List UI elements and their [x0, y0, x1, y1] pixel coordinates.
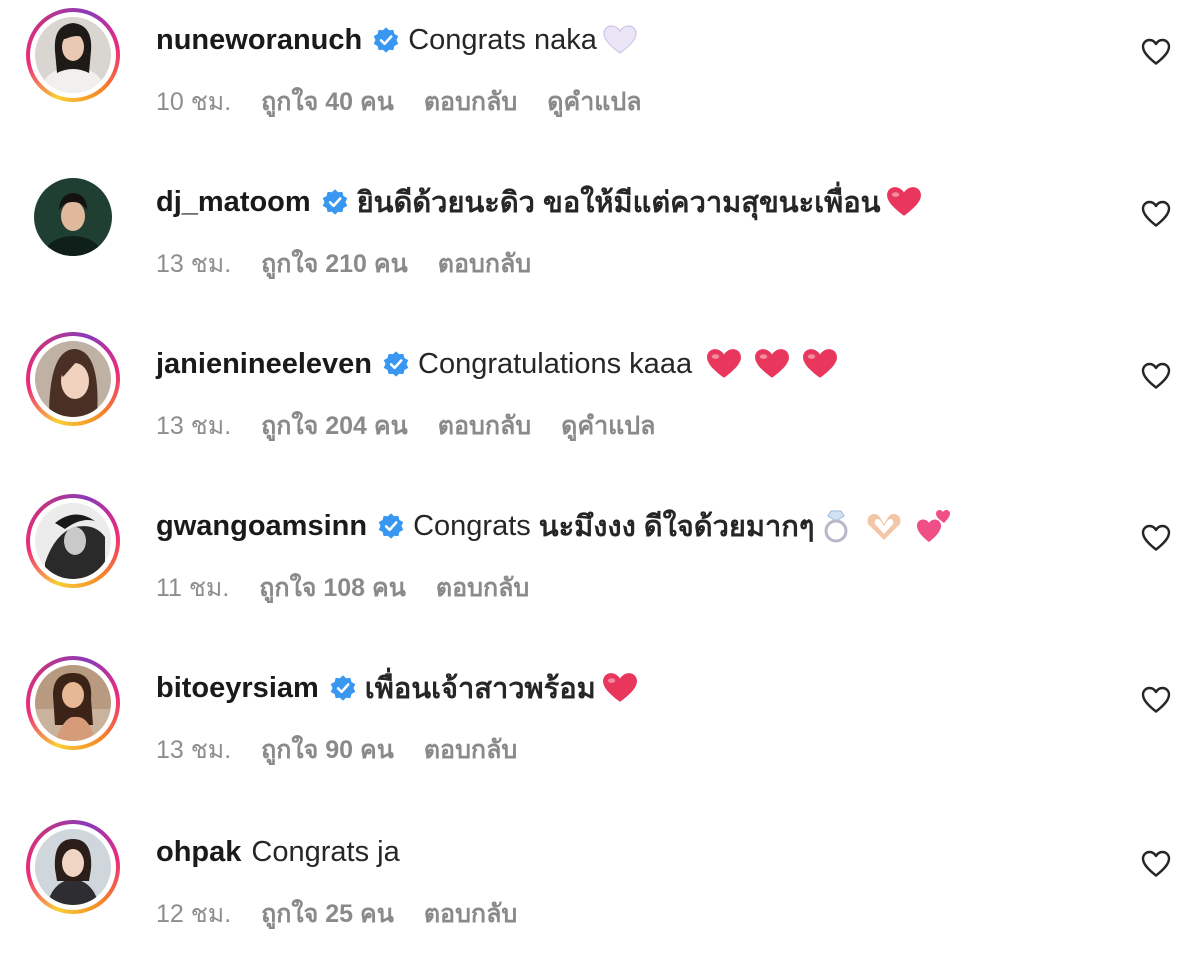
verified-badge-icon: [330, 675, 356, 701]
comment-username[interactable]: gwangoamsinn: [156, 510, 367, 543]
comment-likes-link[interactable]: ถูกใจ 40 คน: [261, 82, 394, 122]
verified-badge-icon: [383, 351, 409, 377]
comment-item: dj_matoom ยินดีด้วยนะดิว ขอให้มีแต่ความส…: [0, 162, 1200, 282]
avatar[interactable]: [35, 341, 111, 417]
comment-likes-link[interactable]: ถูกใจ 204 คน: [261, 406, 408, 446]
avatar[interactable]: [35, 829, 111, 905]
like-heart-icon[interactable]: [1140, 360, 1172, 392]
verified-badge-icon: [373, 27, 399, 53]
avatar-ring[interactable]: [26, 170, 120, 264]
reply-button[interactable]: ตอบกลับ: [438, 406, 531, 446]
avatar-story-ring[interactable]: [26, 656, 120, 750]
reply-button[interactable]: ตอบกลับ: [438, 244, 531, 284]
red-heart-icon: [803, 349, 838, 378]
like-heart-icon[interactable]: [1140, 848, 1172, 880]
verified-badge-icon: [378, 513, 404, 539]
avatar-story-ring[interactable]: [26, 8, 120, 102]
comment-item: janienineeleven Congratulations kaaa 13 …: [0, 324, 1200, 444]
like-heart-icon[interactable]: [1140, 522, 1172, 554]
avatar[interactable]: [35, 503, 111, 579]
comment-item: gwangoamsinn Congrats นะมึงงง ดีใจด้วยมา…: [0, 486, 1200, 606]
reply-button[interactable]: ตอบกลับ: [424, 894, 517, 934]
see-translation-button[interactable]: ดูคำแปล: [561, 406, 655, 446]
comment-text: เพื่อนเจ้าสาวพร้อม: [364, 673, 596, 705]
red-heart-icon: [755, 349, 790, 378]
red-heart-icon: [602, 673, 637, 702]
avatar[interactable]: [35, 665, 111, 741]
comment-item: ohpak Congrats ja 12 ชม. ถูกใจ 25 คน ตอบ…: [0, 812, 1200, 932]
verified-badge-icon: [322, 189, 347, 215]
red-heart-icon: [887, 187, 922, 216]
comment-username[interactable]: ohpak: [156, 836, 241, 869]
comment-username[interactable]: bitoeyrsiam: [156, 672, 319, 705]
reply-button[interactable]: ตอบกลับ: [424, 82, 517, 122]
comment-text: Congratulations kaaa: [418, 347, 693, 380]
avatar[interactable]: [34, 178, 112, 256]
comment-text: ยินดีด้วยนะดิว ขอให้มีแต่ความสุขนะเพื่อน: [356, 187, 881, 219]
comment-text-thai: นะมึงงง ดีใจด้วยมากๆ: [538, 511, 815, 543]
comment-timestamp: 10 ชม.: [156, 88, 232, 116]
comment-timestamp: 13 ชม.: [156, 412, 232, 440]
comment-text: Congrats: [413, 509, 531, 542]
comment-likes-link[interactable]: ถูกใจ 25 คน: [261, 894, 394, 934]
comment-likes-link[interactable]: ถูกใจ 210 คน: [261, 244, 408, 284]
comment-timestamp: 13 ชม.: [156, 736, 232, 764]
comment-username[interactable]: dj_matoom: [156, 186, 311, 219]
comment-timestamp: 12 ชม.: [156, 900, 232, 928]
ring-icon: [824, 510, 848, 543]
see-translation-button[interactable]: ดูคำแปล: [547, 82, 641, 122]
comment-text: Congrats ja: [251, 835, 400, 868]
comment-likes-link[interactable]: ถูกใจ 108 คน: [259, 568, 406, 608]
avatar[interactable]: [35, 17, 111, 93]
like-heart-icon[interactable]: [1140, 684, 1172, 716]
avatar-story-ring[interactable]: [26, 820, 120, 914]
comment-item: nuneworanuch Congrats naka 10 ชม. ถูกใจ …: [0, 0, 1200, 120]
comment-item: bitoeyrsiam เพื่อนเจ้าสาวพร้อม 13 ชม. ถู…: [0, 648, 1200, 768]
comment-timestamp: 13 ชม.: [156, 250, 232, 278]
comment-timestamp: 11 ชม.: [156, 574, 230, 602]
reply-button[interactable]: ตอบกลับ: [424, 730, 517, 770]
avatar-story-ring[interactable]: [26, 494, 120, 588]
heart-hands-icon: [867, 513, 901, 540]
two-hearts-icon: [917, 510, 951, 542]
red-heart-icon: [707, 349, 742, 378]
white-heart-icon: [603, 25, 637, 54]
comment-text: Congrats naka: [408, 23, 597, 56]
comment-likes-link[interactable]: ถูกใจ 90 คน: [261, 730, 394, 770]
like-heart-icon[interactable]: [1140, 36, 1172, 68]
comment-username[interactable]: nuneworanuch: [156, 24, 362, 57]
comment-username[interactable]: janienineeleven: [156, 348, 372, 381]
avatar-story-ring[interactable]: [26, 332, 120, 426]
reply-button[interactable]: ตอบกลับ: [436, 568, 529, 608]
like-heart-icon[interactable]: [1140, 198, 1172, 230]
